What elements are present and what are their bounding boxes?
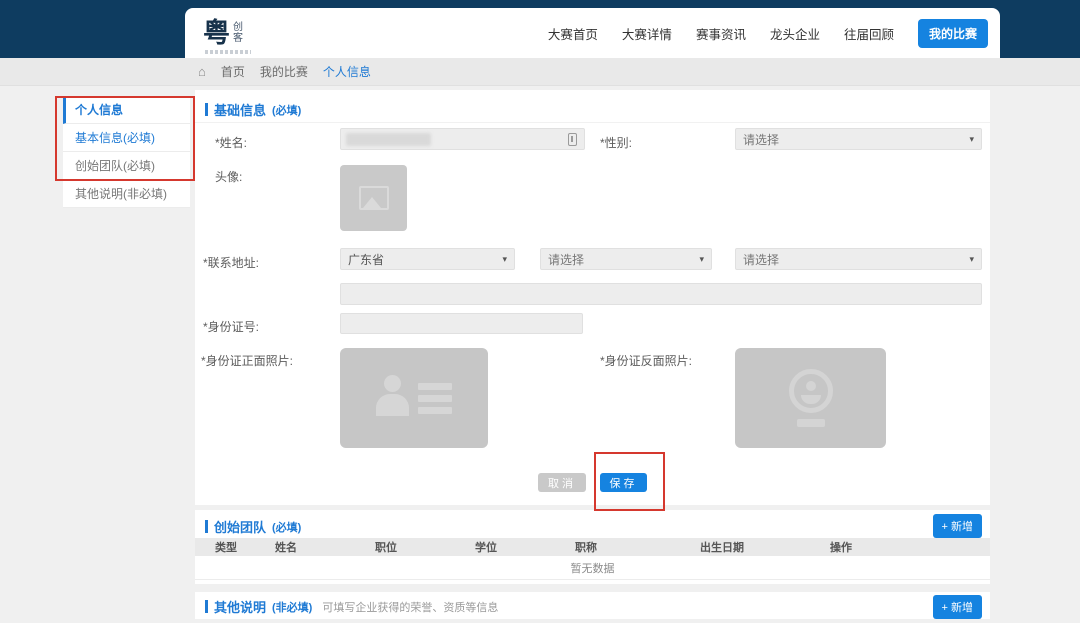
breadcrumb: ⌂ 首页 我的比赛 个人信息 — [198, 63, 371, 80]
sidebar-item-founding-team[interactable]: 创始团队(必填) — [63, 152, 190, 180]
logo-text: 创 客 — [233, 22, 243, 44]
breadcrumb-personal-info: 个人信息 — [323, 63, 371, 80]
sidebar-item-personal-info[interactable]: 个人信息 — [63, 96, 190, 124]
my-competition-button[interactable]: 我的比赛 — [918, 19, 988, 48]
nav-item-enterprises[interactable]: 龙头企业 — [770, 24, 820, 43]
chevron-down-icon: ▾ — [969, 134, 974, 145]
district-select-value: 请选择 — [743, 251, 779, 268]
column-actions: 操作 — [830, 539, 960, 555]
nav-item-review[interactable]: 往届回顾 — [844, 24, 894, 43]
breadcrumb-bar: ⌂ 首页 我的比赛 个人信息 — [0, 58, 1080, 86]
breadcrumb-my-competition[interactable]: 我的比赛 — [260, 63, 308, 80]
name-label: *姓名: — [215, 134, 247, 151]
section-optional-tag: (非必填) — [272, 599, 312, 615]
city-select-value: 请选择 — [548, 251, 584, 268]
add-other-note-button[interactable]: + 新增 — [933, 595, 982, 619]
section-title: 基础信息 — [214, 100, 266, 119]
id-card-back-upload[interactable] — [735, 348, 886, 448]
table-empty-state: 暂无数据 — [195, 556, 990, 580]
chevron-down-icon: ▾ — [969, 254, 974, 265]
other-notes-panel: 其他说明 (非必填) 可填写企业获得的荣誉、资质等信息 + 新增 — [195, 592, 990, 619]
section-accent-bar — [205, 103, 208, 116]
logo-mark: 粤 — [203, 20, 230, 47]
image-placeholder-icon — [359, 186, 389, 210]
address-detail-input[interactable] — [340, 283, 982, 305]
province-select[interactable]: 广东省 ▾ — [340, 248, 515, 270]
chevron-down-icon: ▾ — [502, 254, 507, 265]
page: 粤 创 客 大赛首页 大赛详情 赛事资讯 龙头企业 往届回顾 我的比赛 ⌂ 首页… — [0, 0, 1080, 623]
redacted-name-value — [346, 133, 431, 146]
header-card: 粤 创 客 大赛首页 大赛详情 赛事资讯 龙头企业 往届回顾 我的比赛 — [185, 8, 1000, 58]
section-title: 创始团队 — [214, 517, 266, 536]
gender-label: *性别: — [600, 134, 632, 151]
avatar-label: 头像: — [215, 168, 242, 185]
column-name: 姓名 — [275, 539, 375, 555]
contact-card-icon[interactable] — [568, 133, 577, 146]
team-table-header: 类型 姓名 职位 学位 职称 出生日期 操作 — [195, 538, 990, 556]
column-type: 类型 — [195, 539, 275, 555]
id-front-label: *身份证正面照片: — [201, 352, 293, 369]
id-back-label: *身份证反面照片: — [600, 352, 692, 369]
column-position: 职位 — [375, 539, 475, 555]
founding-team-panel: 创始团队 (必填) + 新增 类型 姓名 职位 学位 职称 出生日期 操作 暂无… — [195, 510, 990, 584]
divider — [195, 122, 990, 123]
sidebar-item-other-notes[interactable]: 其他说明(非必填) — [63, 180, 190, 208]
breadcrumb-home[interactable]: 首页 — [221, 63, 245, 80]
section-accent-bar — [205, 520, 208, 533]
add-team-member-button[interactable]: + 新增 — [933, 514, 982, 538]
address-label: *联系地址: — [203, 254, 259, 271]
section-required-tag: (必填) — [272, 519, 301, 535]
nav-item-home[interactable]: 大赛首页 — [548, 24, 598, 43]
name-input[interactable] — [340, 128, 585, 150]
column-degree: 学位 — [475, 539, 575, 555]
section-accent-bar — [205, 600, 208, 613]
nav-item-news[interactable]: 赛事资讯 — [696, 24, 746, 43]
team-section-header: 创始团队 (必填) — [205, 517, 301, 536]
column-title: 职称 — [575, 539, 700, 555]
sidebar: 个人信息 基本信息(必填) 创始团队(必填) 其他说明(非必填) — [63, 96, 190, 208]
province-select-value: 广东省 — [348, 251, 384, 268]
section-required-tag: (必填) — [272, 102, 301, 118]
avatar-upload[interactable] — [340, 165, 407, 231]
cancel-button[interactable]: 取消 — [538, 473, 586, 492]
id-number-input[interactable] — [340, 313, 583, 334]
gender-select-value: 请选择 — [743, 131, 779, 148]
id-card-front-icon — [376, 375, 452, 421]
id-card-front-upload[interactable] — [340, 348, 488, 448]
chevron-down-icon: ▾ — [699, 254, 704, 265]
site-logo[interactable]: 粤 创 客 — [203, 20, 243, 47]
id-number-label: *身份证号: — [203, 318, 259, 335]
nav-item-details[interactable]: 大赛详情 — [622, 24, 672, 43]
save-button[interactable]: 保存 — [600, 473, 647, 492]
section-hint: 可填写企业获得的荣誉、资质等信息 — [322, 599, 498, 615]
district-select[interactable]: 请选择 ▾ — [735, 248, 982, 270]
basic-info-section-header: 基础信息 (必填) — [205, 100, 301, 119]
main-nav: 大赛首页 大赛详情 赛事资讯 龙头企业 往届回顾 我的比赛 — [548, 8, 988, 58]
national-emblem-icon — [783, 369, 839, 427]
home-icon[interactable]: ⌂ — [198, 64, 206, 79]
gender-select[interactable]: 请选择 ▾ — [735, 128, 982, 150]
sidebar-item-basic-info[interactable]: 基本信息(必填) — [63, 124, 190, 152]
other-section-header: 其他说明 (非必填) 可填写企业获得的荣誉、资质等信息 — [205, 597, 498, 616]
logo-tagline — [205, 50, 251, 54]
column-birthdate: 出生日期 — [700, 539, 830, 555]
city-select[interactable]: 请选择 ▾ — [540, 248, 712, 270]
section-title: 其他说明 — [214, 597, 266, 616]
basic-info-panel: 基础信息 (必填) *姓名: *性别: 请选择 ▾ 头像: *联系地址: 广东省… — [195, 90, 990, 505]
